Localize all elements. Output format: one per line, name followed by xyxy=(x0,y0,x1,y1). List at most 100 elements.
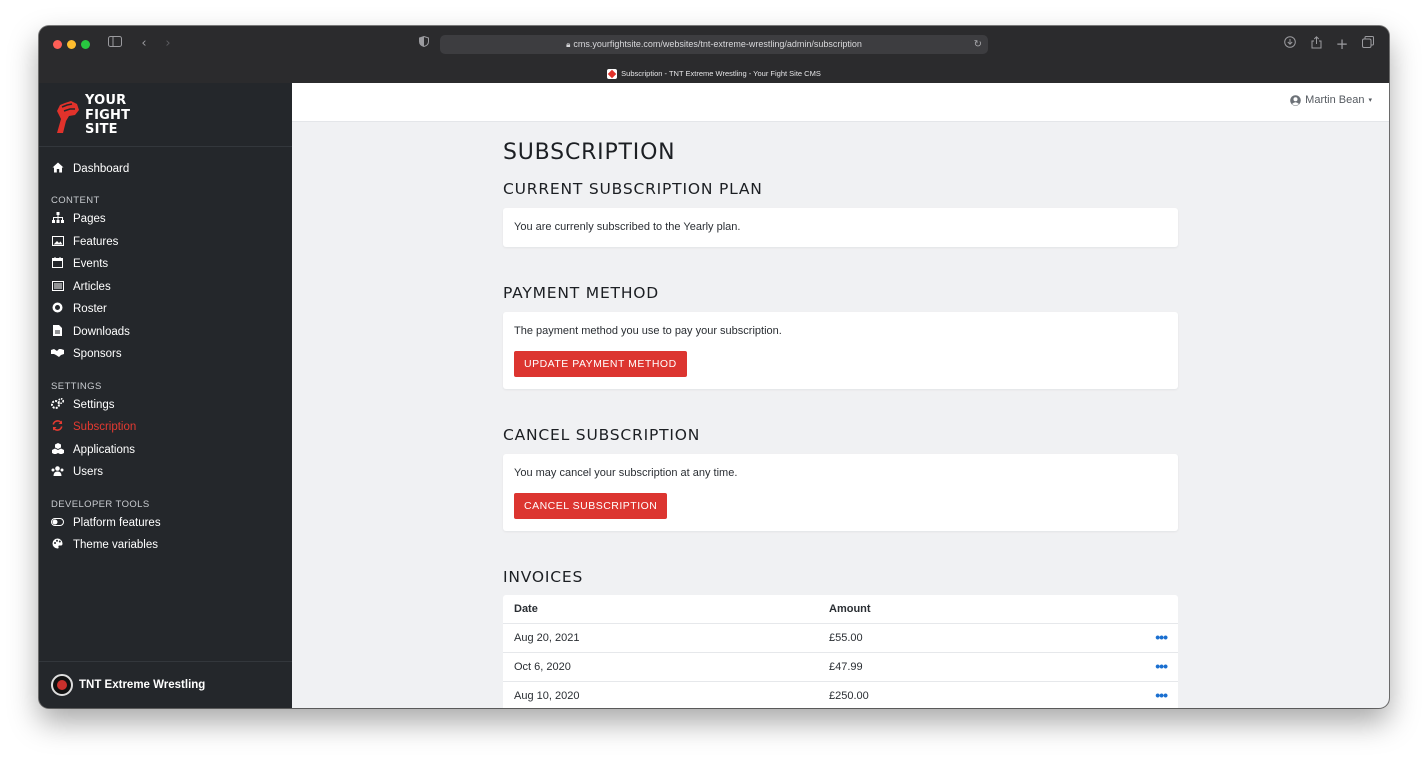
sidebar-divider xyxy=(39,146,292,147)
organization-name: TNT Extreme Wrestling xyxy=(79,679,206,691)
user-circle-icon xyxy=(1290,94,1301,106)
new-tab-icon[interactable]: + xyxy=(1335,36,1349,52)
palette-icon xyxy=(51,538,64,552)
close-window-icon[interactable] xyxy=(53,40,62,49)
more-options-icon[interactable]: ••• xyxy=(1155,682,1168,708)
handshake-icon xyxy=(51,348,64,360)
more-options-icon[interactable]: ••• xyxy=(1155,653,1168,680)
more-options-icon[interactable]: ••• xyxy=(1155,624,1168,651)
sidebar-toggle-icon[interactable] xyxy=(107,36,123,52)
active-tab[interactable]: Subscription - TNT Extreme Wrestling - Y… xyxy=(39,64,1389,83)
sidebar-item-settings[interactable]: Settings xyxy=(51,396,115,414)
caret-down-icon: ▾ xyxy=(1368,96,1372,104)
table-row: Aug 10, 2020 £250.00 ••• xyxy=(503,682,1178,708)
sidebar-item-sponsors[interactable]: Sponsors xyxy=(51,345,122,363)
sidebar-item-theme-variables[interactable]: Theme variables xyxy=(51,536,158,554)
cubes-icon xyxy=(51,443,64,457)
table-row: Oct 6, 2020 £47.99 ••• xyxy=(503,653,1178,682)
sidebar-item-users[interactable]: Users xyxy=(51,463,103,481)
sync-icon xyxy=(51,420,64,434)
fist-logo-icon xyxy=(57,101,79,133)
sitemap-icon xyxy=(51,212,64,226)
sidebar-item-articles[interactable]: Articles xyxy=(51,278,111,296)
minimize-window-icon[interactable] xyxy=(67,40,76,49)
newspaper-icon xyxy=(51,280,64,294)
sidebar-item-label: Articles xyxy=(73,281,111,293)
sidebar-footer[interactable]: TNT Extreme Wrestling xyxy=(39,661,292,708)
file-icon xyxy=(51,325,64,339)
main-content: Martin Bean ▾ SUBSCRIPTION CURRENT SUBSC… xyxy=(292,83,1389,708)
image-icon xyxy=(51,235,64,249)
sidebar-item-subscription[interactable]: Subscription xyxy=(51,418,136,436)
browser-titlebar: ‹ › 🔒︎ cms.yourfightsite.com/websites/tnt… xyxy=(39,26,1389,83)
sidebar-item-roster[interactable]: Roster xyxy=(51,300,107,318)
sidebar-item-label: Roster xyxy=(73,303,107,315)
address-bar[interactable]: 🔒︎ cms.yourfightsite.com/websites/tnt-ext… xyxy=(440,35,988,54)
sidebar-item-label: Settings xyxy=(73,399,115,411)
tab-title: Subscription - TNT Extreme Wrestling - Y… xyxy=(621,69,821,78)
top-navbar: Martin Bean ▾ xyxy=(292,83,1389,122)
invoice-amount: £47.99 xyxy=(829,661,863,673)
sidebar-item-pages[interactable]: Pages xyxy=(51,210,106,228)
payment-method-card: The payment method you use to pay your s… xyxy=(503,312,1178,389)
downloads-icon[interactable] xyxy=(1283,36,1297,52)
sidebar-item-label: Subscription xyxy=(73,421,137,433)
sidebar-item-label: Platform features xyxy=(73,517,161,529)
amount-column-header: Amount xyxy=(829,603,871,615)
sidebar-item-label: Theme variables xyxy=(73,539,159,551)
users-icon xyxy=(51,465,64,479)
settings-section-heading: SETTINGS xyxy=(51,381,102,392)
sidebar-item-applications[interactable]: Applications xyxy=(51,441,135,459)
sidebar-item-downloads[interactable]: Downloads xyxy=(51,323,130,341)
calendar-icon xyxy=(51,257,64,271)
privacy-shield-icon[interactable] xyxy=(417,35,431,52)
invoice-amount: £55.00 xyxy=(829,632,863,644)
invoice-date: Aug 20, 2021 xyxy=(514,632,580,644)
cogs-icon xyxy=(51,397,65,412)
reload-icon[interactable]: ↻ xyxy=(974,35,982,54)
invoice-date: Oct 6, 2020 xyxy=(514,661,571,673)
user-menu-dropdown[interactable]: Martin Bean ▾ xyxy=(1290,94,1372,106)
payment-method-heading: PAYMENT METHOD xyxy=(503,284,660,302)
payment-method-text: The payment method you use to pay your s… xyxy=(514,325,782,337)
sidebar-item-label: Pages xyxy=(73,213,106,225)
zoom-window-icon[interactable] xyxy=(81,40,90,49)
brand-logo[interactable]: YOUR FIGHT SITE xyxy=(51,93,130,139)
cancel-subscription-heading: CANCEL SUBSCRIPTION xyxy=(503,426,701,444)
forward-icon[interactable]: › xyxy=(161,36,175,52)
current-plan-text: You are currenly subscribed to the Yearl… xyxy=(514,221,741,233)
cancel-subscription-text: You may cancel your subscription at any … xyxy=(514,467,738,479)
sidebar-item-features[interactable]: Features xyxy=(51,233,118,251)
brand-line-1: YOUR xyxy=(85,93,127,109)
browser-window: ‹ › 🔒︎ cms.yourfightsite.com/websites/tnt… xyxy=(39,26,1389,708)
toggle-icon xyxy=(51,517,64,529)
brand-line-3: SITE xyxy=(85,122,118,138)
update-payment-method-button[interactable]: UPDATE PAYMENT METHOD xyxy=(514,351,687,377)
cancel-subscription-button[interactable]: CANCEL SUBSCRIPTION xyxy=(514,493,668,519)
developer-tools-heading: DEVELOPER TOOLS xyxy=(51,499,150,510)
organization-logo xyxy=(51,674,73,696)
share-icon[interactable] xyxy=(1309,36,1323,52)
sidebar: YOUR FIGHT SITE Dashboard CONTENT Pages … xyxy=(39,83,292,708)
table-row: Aug 20, 2021 £55.00 ••• xyxy=(503,624,1178,653)
tab-overview-icon[interactable] xyxy=(1361,36,1375,52)
user-name: Martin Bean xyxy=(1305,94,1365,106)
sidebar-item-label: Features xyxy=(73,236,119,248)
sidebar-item-label: Events xyxy=(73,258,109,270)
site-favicon-icon xyxy=(607,68,618,79)
sidebar-item-platform-features[interactable]: Platform features xyxy=(51,514,161,532)
invoice-amount: £250.00 xyxy=(829,690,869,702)
sidebar-item-events[interactable]: Events xyxy=(51,255,108,273)
date-column-header: Date xyxy=(514,603,538,615)
invoices-table: Date Amount Aug 20, 2021 £55.00 ••• Oct … xyxy=(503,595,1178,708)
table-header-row: Date Amount xyxy=(503,595,1178,624)
sidebar-item-dashboard[interactable]: Dashboard xyxy=(51,160,129,178)
content-section-heading: CONTENT xyxy=(51,195,100,206)
sidebar-item-label: Dashboard xyxy=(73,163,130,175)
lock-icon: 🔒︎ xyxy=(566,40,571,49)
current-plan-heading: CURRENT SUBSCRIPTION PLAN xyxy=(503,180,763,198)
cancel-subscription-card: You may cancel your subscription at any … xyxy=(503,454,1178,531)
sidebar-item-label: Applications xyxy=(73,444,136,456)
invoices-heading: INVOICES xyxy=(503,568,584,586)
back-icon[interactable]: ‹ xyxy=(137,36,151,52)
